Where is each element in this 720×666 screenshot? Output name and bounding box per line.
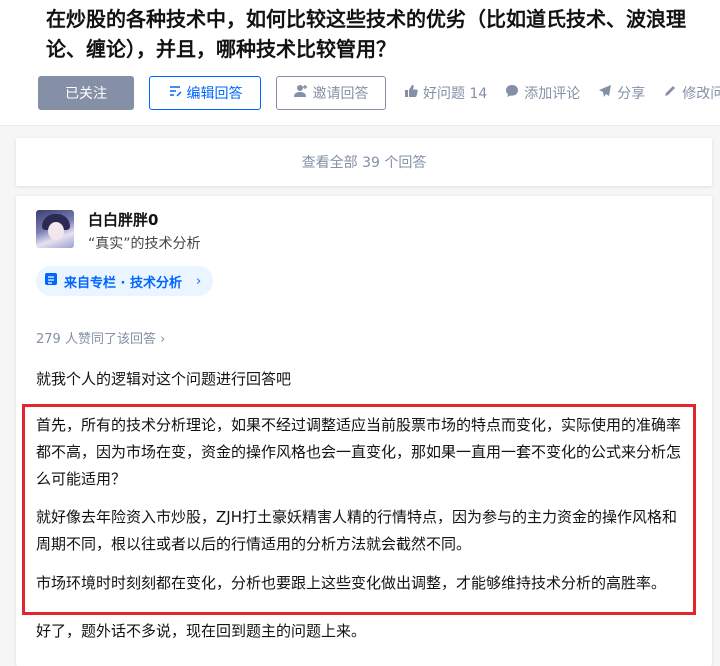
avatar[interactable] (36, 210, 74, 248)
edit-icon (168, 84, 182, 102)
modify-question-label: 修改问 (682, 86, 720, 102)
column-label: 来自专栏 · 技术分析 (64, 275, 182, 291)
follow-button[interactable]: 已关注 (38, 76, 134, 110)
invite-answer-label: 邀请回答 (312, 86, 369, 102)
good-question-label: 好问题 14 (423, 86, 488, 102)
author-bio: “真实”的技术分析 (88, 236, 201, 252)
author-name[interactable]: 白白胖胖0 (88, 209, 158, 230)
question-title: 在炒股的各种技术中，如何比较这些技术的优劣（比如道氏技术、波浪理论、缠论），并且… (46, 7, 686, 61)
edit-answer-button[interactable]: 编辑回答 (149, 76, 261, 110)
answer-paragraph: 首先，所有的技术分析理论，如果不经过调整适应当前股票市场的特点而变化，实际使用的… (36, 416, 682, 488)
share-label: 分享 (617, 86, 646, 102)
question-header: 在炒股的各种技术中，如何比较这些技术的优劣（比如道氏技术、波浪理论、缠论），并且… (0, 0, 720, 126)
comment-icon (505, 84, 519, 102)
column-icon (44, 272, 58, 290)
answer-outro: 好了，题外话不多说，现在回到题主的问题上来。 (36, 622, 367, 640)
paper-plane-icon (598, 84, 612, 102)
column-tag[interactable]: 来自专栏 · 技术分析 › (36, 266, 214, 296)
view-all-answers-button[interactable]: 查看全部 39 个回答 (16, 138, 712, 186)
answer-paragraph: 就好像去年险资入市炒股，ZJH打土豪妖精害人精的行情特点，因为参与的主力资金的操… (36, 508, 677, 553)
thumbs-up-icon (404, 84, 418, 102)
add-comment-button[interactable]: 添加评论 (505, 83, 580, 103)
invite-answer-button[interactable]: 邀请回答 (276, 76, 386, 110)
voters-count[interactable]: 279 人赞同了该回答 › (36, 328, 165, 347)
good-question-button[interactable]: 好问题 14 (404, 83, 487, 103)
share-button[interactable]: 分享 (598, 83, 645, 103)
modify-question-button[interactable]: 修改问 (663, 83, 720, 103)
add-user-icon (293, 84, 308, 102)
answer-intro: 就我个人的逻辑对这个问题进行回答吧 (36, 370, 292, 388)
answer-card: 白白胖胖0 “真实”的技术分析 来自专栏 · 技术分析 › 279 人赞同了该回… (16, 196, 712, 666)
edit-answer-label: 编辑回答 (186, 86, 243, 102)
add-comment-label: 添加评论 (524, 86, 581, 102)
pencil-icon (663, 84, 677, 102)
answer-paragraph: 市场环境时时刻刻都在变化，分析也要跟上这些变化做出调整，才能够维持技术分析的高胜… (36, 574, 667, 592)
chevron-right-icon: › (196, 273, 202, 289)
question-actions: 已关注 编辑回答 邀请回答 好问题 14 添加评论 分享 修改问 (38, 76, 720, 110)
